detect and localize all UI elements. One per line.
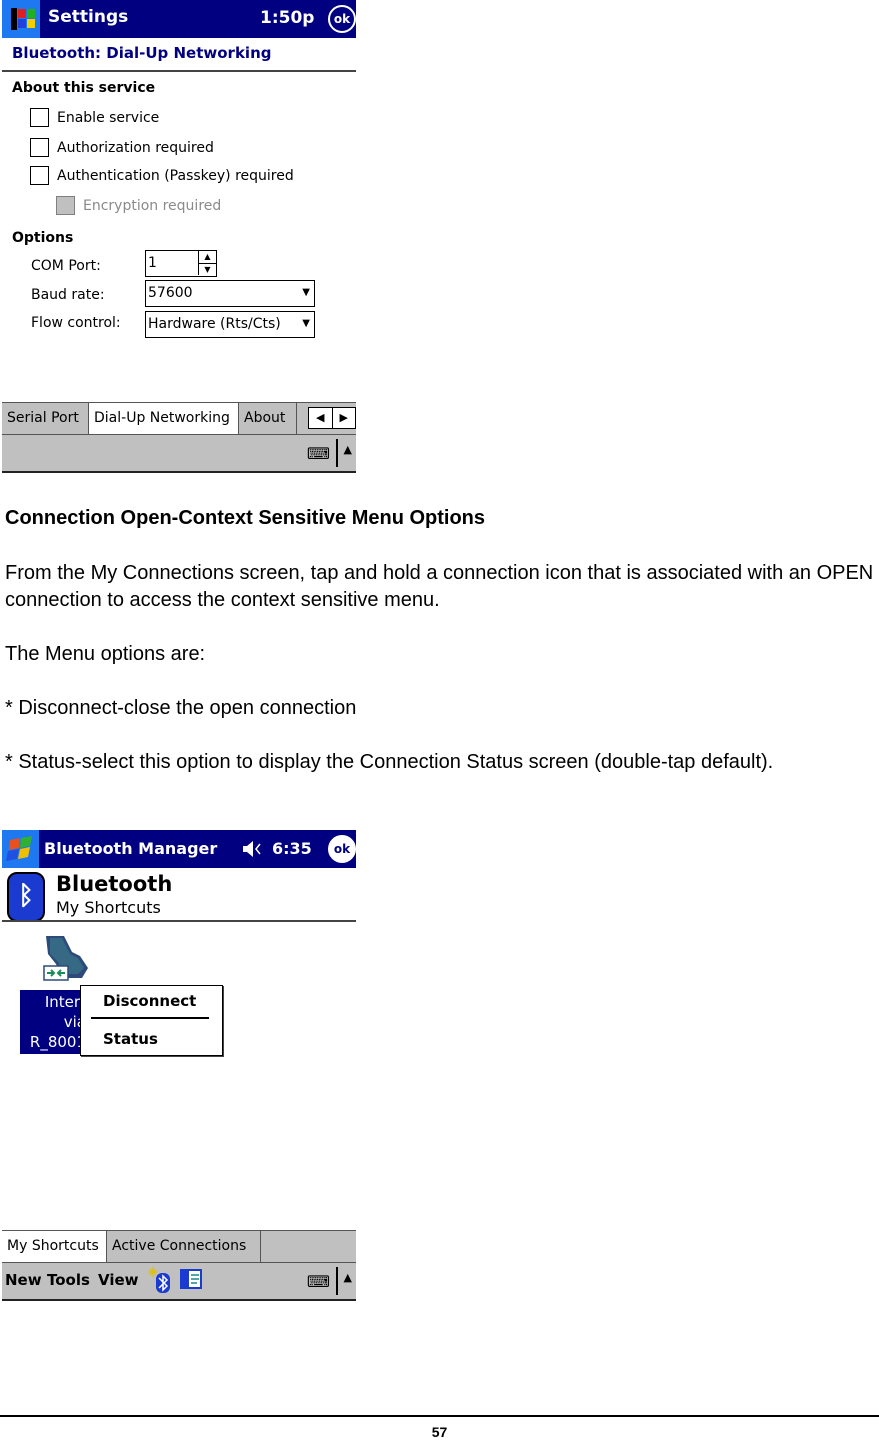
title-bar: Bluetooth Manager 6:35 ok [2, 830, 356, 868]
connection-label-line: Interr [44, 993, 86, 1011]
paragraph: From the My Connections screen, tap and … [5, 562, 874, 611]
checkbox-label: Enable service [57, 109, 160, 126]
baud-rate-select[interactable]: 57600 ▼ [145, 280, 315, 307]
flow-control-value: Hardware (Rts/Cts) [148, 316, 281, 332]
tab-bar: Serial Port Dial-Up Networking About ◀ ▶ [2, 402, 356, 435]
checkbox-label: Authorization required [57, 139, 214, 156]
windows-flag-icon [6, 836, 32, 861]
scroll-right-icon[interactable]: ▶ [331, 408, 356, 428]
com-port-stepper[interactable]: 1 ▲ ▼ [145, 250, 217, 277]
baud-rate-value: 57600 [148, 285, 193, 301]
menu-new[interactable]: New [5, 1271, 42, 1289]
windows-flag-icon [11, 8, 35, 30]
ok-button[interactable]: ok [328, 5, 356, 33]
keyboard-icon[interactable]: ⌨ [307, 1272, 330, 1291]
tab-dial-up-networking[interactable]: Dial-Up Networking [89, 403, 239, 434]
scroll-left-icon[interactable]: ◀ [309, 408, 332, 428]
dropdown-arrow-icon: ▼ [302, 318, 310, 329]
options-section-heading: Options [12, 230, 74, 246]
baud-rate-label: Baud rate: [31, 287, 105, 303]
tab-my-shortcuts[interactable]: My Shortcuts [2, 1231, 107, 1262]
window-title: Settings [48, 7, 129, 27]
clock[interactable]: 6:35 [272, 839, 312, 858]
tab-scroll: ◀ ▶ [308, 407, 356, 429]
menu-item-disconnect[interactable]: Disconnect [103, 992, 196, 1010]
spinner[interactable]: ▲ ▼ [198, 251, 216, 275]
flow-control-select[interactable]: Hardware (Rts/Cts) ▼ [145, 311, 315, 338]
keyboard-icon[interactable]: ⌨ [307, 444, 330, 463]
flow-control-label: Flow control: [31, 315, 121, 331]
checkbox-box[interactable] [30, 138, 49, 157]
tab-bar: My Shortcuts Active Connections [2, 1230, 356, 1263]
connection-label-line: R_8001 [29, 1033, 86, 1051]
window-title: Bluetooth Manager [44, 839, 218, 858]
speaker-icon[interactable] [242, 841, 264, 857]
spin-down-icon[interactable]: ▼ [199, 263, 216, 276]
tab-active-connections[interactable]: Active Connections [107, 1231, 261, 1262]
menu-bar: New Tools View ⌨ ▲ [2, 1262, 356, 1301]
divider [2, 70, 356, 72]
dropdown-arrow-icon: ▼ [302, 287, 310, 298]
checkbox-label: Authentication (Passkey) required [57, 167, 294, 184]
about-section-heading: About this service [12, 80, 156, 96]
start-button[interactable] [2, 830, 39, 868]
settings-screenshot: Settings 1:50p ok Bluetooth: Dial-Up Net… [2, 0, 356, 473]
menu-separator [91, 1017, 209, 1019]
authorization-required-checkbox[interactable]: Authorization required [30, 138, 214, 157]
spin-up-icon[interactable]: ▲ [199, 251, 216, 263]
com-port-value: 1 [148, 255, 157, 271]
page-number: 57 [431, 1424, 448, 1440]
contacts-icon[interactable] [180, 1269, 202, 1289]
menu-item-status[interactable]: Status [103, 1030, 158, 1048]
section-heading: Connection Open-Context Sensitive Menu O… [5, 507, 486, 529]
start-button[interactable] [2, 0, 40, 38]
sip-up-arrow-icon[interactable]: ▲ [344, 1271, 352, 1284]
paragraph: The Menu options are: [5, 643, 206, 665]
menu-bar: ⌨ ▲ [2, 434, 356, 473]
menu-view[interactable]: View [98, 1271, 139, 1289]
divider [2, 920, 356, 922]
checkbox-label: Encryption required [83, 197, 222, 214]
connection-label-line: via [63, 1013, 86, 1031]
paragraph: * Disconnect-close the open connection [5, 697, 357, 719]
ok-button[interactable]: ok [328, 835, 356, 863]
title-bar: Settings 1:50p ok [2, 0, 356, 38]
tab-about[interactable]: About [239, 403, 297, 434]
paragraph: * Status-select this option to display t… [5, 751, 774, 773]
header-subtitle: My Shortcuts [56, 898, 161, 917]
tab-serial-port[interactable]: Serial Port [2, 403, 89, 434]
bluetooth-manager-screenshot: Bluetooth Manager 6:35 ok ᛒ Bluetooth My… [2, 830, 356, 1302]
footer-rule [0, 1415, 879, 1417]
bluetooth-status-icon[interactable] [148, 1267, 172, 1295]
clock[interactable]: 1:50p [260, 8, 314, 28]
authentication-required-checkbox[interactable]: Authentication (Passkey) required [30, 166, 294, 185]
header-title: Bluetooth [56, 872, 173, 896]
menu-tools[interactable]: Tools [47, 1271, 90, 1289]
enable-service-checkbox[interactable]: Enable service [30, 108, 159, 127]
checkbox-box [56, 196, 75, 215]
divider [336, 1267, 338, 1295]
checkbox-box[interactable] [30, 166, 49, 185]
sip-up-arrow-icon[interactable]: ▲ [344, 443, 352, 456]
encryption-required-checkbox: Encryption required [56, 196, 221, 215]
dialup-connection-icon[interactable] [42, 934, 90, 982]
page-subtitle: Bluetooth: Dial-Up Networking [12, 44, 272, 62]
divider [336, 439, 338, 467]
checkbox-box[interactable] [30, 108, 49, 127]
com-port-label: COM Port: [31, 258, 101, 274]
bluetooth-logo-icon: ᛒ [7, 872, 45, 922]
context-menu: Disconnect Status [80, 985, 223, 1056]
